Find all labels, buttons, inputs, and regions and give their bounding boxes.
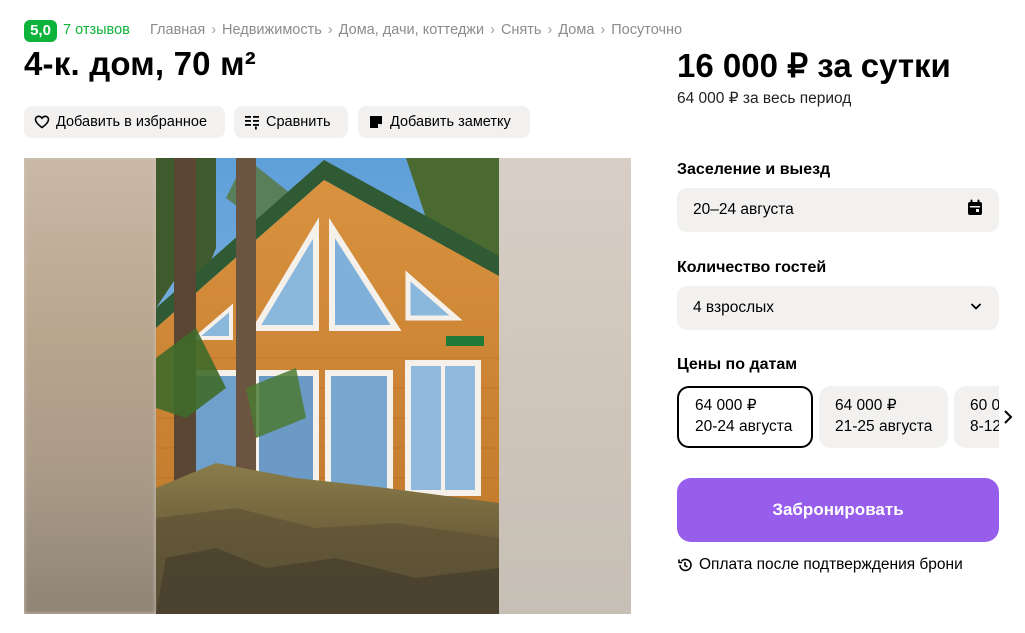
- compare-button[interactable]: Сравнить: [234, 106, 348, 138]
- rating-badge: 5,0: [24, 20, 57, 42]
- price-option-price: 64 000 ₽: [695, 397, 757, 414]
- payment-note: Оплата после подтверждения брони: [677, 556, 963, 574]
- photo-gallery[interactable]: [24, 158, 631, 614]
- carousel-next-button[interactable]: [1001, 405, 1015, 429]
- gallery-blur-right: [499, 158, 631, 614]
- guests-value: 4 взрослых: [693, 299, 775, 316]
- calendar-icon: [967, 199, 983, 221]
- breadcrumb-separator: ›: [490, 22, 495, 38]
- house-photo[interactable]: [156, 158, 499, 614]
- page-title: 4-к. дом, 70 м²: [24, 45, 256, 82]
- chevron-right-icon: [1004, 410, 1013, 424]
- price-option-card[interactable]: 60 0 8-12: [954, 386, 999, 448]
- book-button[interactable]: Забронировать: [677, 478, 999, 542]
- dates-label: Заселение и выезд: [677, 161, 831, 178]
- heart-icon: [34, 114, 50, 130]
- price-options-carousel: 64 000 ₽ 20-24 августа 64 000 ₽ 21-25 ав…: [677, 386, 999, 448]
- add-note-label: Добавить заметку: [390, 114, 511, 130]
- reviews-link[interactable]: 7 отзывов: [63, 22, 130, 38]
- breadcrumb-home[interactable]: Главная: [150, 22, 205, 38]
- chevron-down-icon: [969, 299, 983, 318]
- breadcrumb-separator: ›: [547, 22, 553, 38]
- history-icon: [677, 557, 693, 573]
- note-icon: [368, 114, 384, 130]
- gallery-blur-left: [24, 158, 156, 614]
- payment-note-text: Оплата после подтверждения брони: [699, 556, 963, 573]
- price-total-period: 64 000 ₽ за весь период: [677, 90, 852, 107]
- breadcrumb-separator: ›: [327, 22, 333, 38]
- breadcrumb-homes[interactable]: Дома: [558, 22, 594, 38]
- add-note-button[interactable]: Добавить заметку: [358, 106, 530, 138]
- price-option-dates: 21-25 августа: [835, 418, 933, 435]
- dates-field[interactable]: 20–24 августа: [677, 188, 999, 232]
- price-option-price: 64 000 ₽: [835, 397, 897, 414]
- breadcrumb-daily[interactable]: Посуточно: [611, 22, 682, 38]
- breadcrumb-separator: ›: [211, 22, 217, 38]
- breadcrumb-houses[interactable]: Дома, дачи, коттеджи: [339, 22, 484, 38]
- prices-by-date-label: Цены по датам: [677, 356, 798, 373]
- breadcrumb-separator: ›: [600, 22, 606, 38]
- breadcrumb: Главная › Недвижимость › Дома, дачи, котте…: [150, 22, 682, 38]
- guests-label: Количество гостей: [677, 259, 827, 276]
- dates-value: 20–24 августа: [693, 201, 794, 218]
- compare-label: Сравнить: [266, 114, 331, 130]
- price-option-dates: 20-24 августа: [695, 418, 793, 435]
- breadcrumb-rent[interactable]: Снять: [501, 22, 542, 38]
- guests-select[interactable]: 4 взрослых: [677, 286, 999, 330]
- breadcrumb-realty[interactable]: Недвижимость: [222, 22, 322, 38]
- price-option-card[interactable]: 64 000 ₽ 21-25 августа: [819, 386, 948, 448]
- price-option-card[interactable]: 64 000 ₽ 20-24 августа: [677, 386, 813, 448]
- add-to-favorites-label: Добавить в избранное: [56, 114, 208, 130]
- price-option-price: 60 0: [970, 397, 999, 414]
- compare-icon: [244, 114, 260, 130]
- price-option-dates: 8-12: [970, 418, 999, 435]
- price-per-day: 16 000 ₽ за сутки: [677, 47, 951, 84]
- add-to-favorites-button[interactable]: Добавить в избранное: [24, 106, 225, 138]
